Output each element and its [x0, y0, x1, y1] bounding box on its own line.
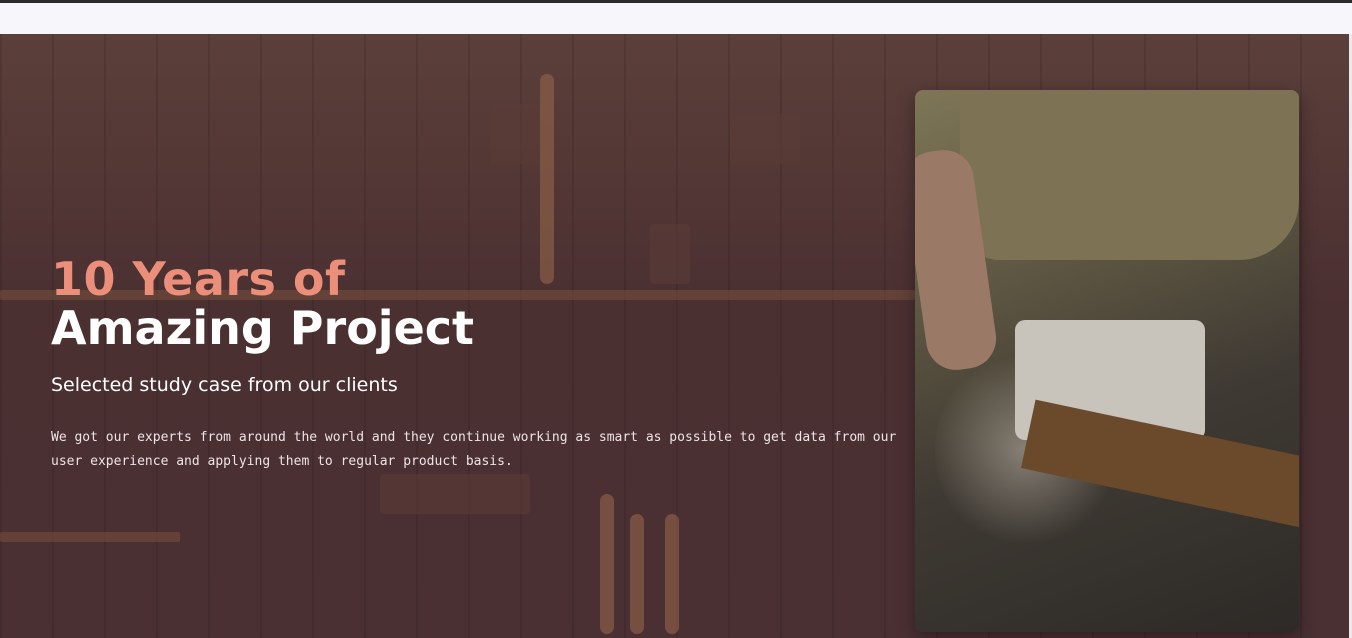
hero-heading: Amazing Project [51, 301, 475, 355]
hero-subtitle: Selected study case from our clients [51, 374, 398, 396]
hero-heading-accent: 10 Years of [51, 252, 346, 306]
header-bar [0, 3, 1352, 34]
hero-section: 10 Years of Amazing Project Selected stu… [0, 34, 1349, 638]
hero-photo [915, 90, 1299, 632]
hero-description: We got our experts from around the world… [51, 430, 897, 469]
